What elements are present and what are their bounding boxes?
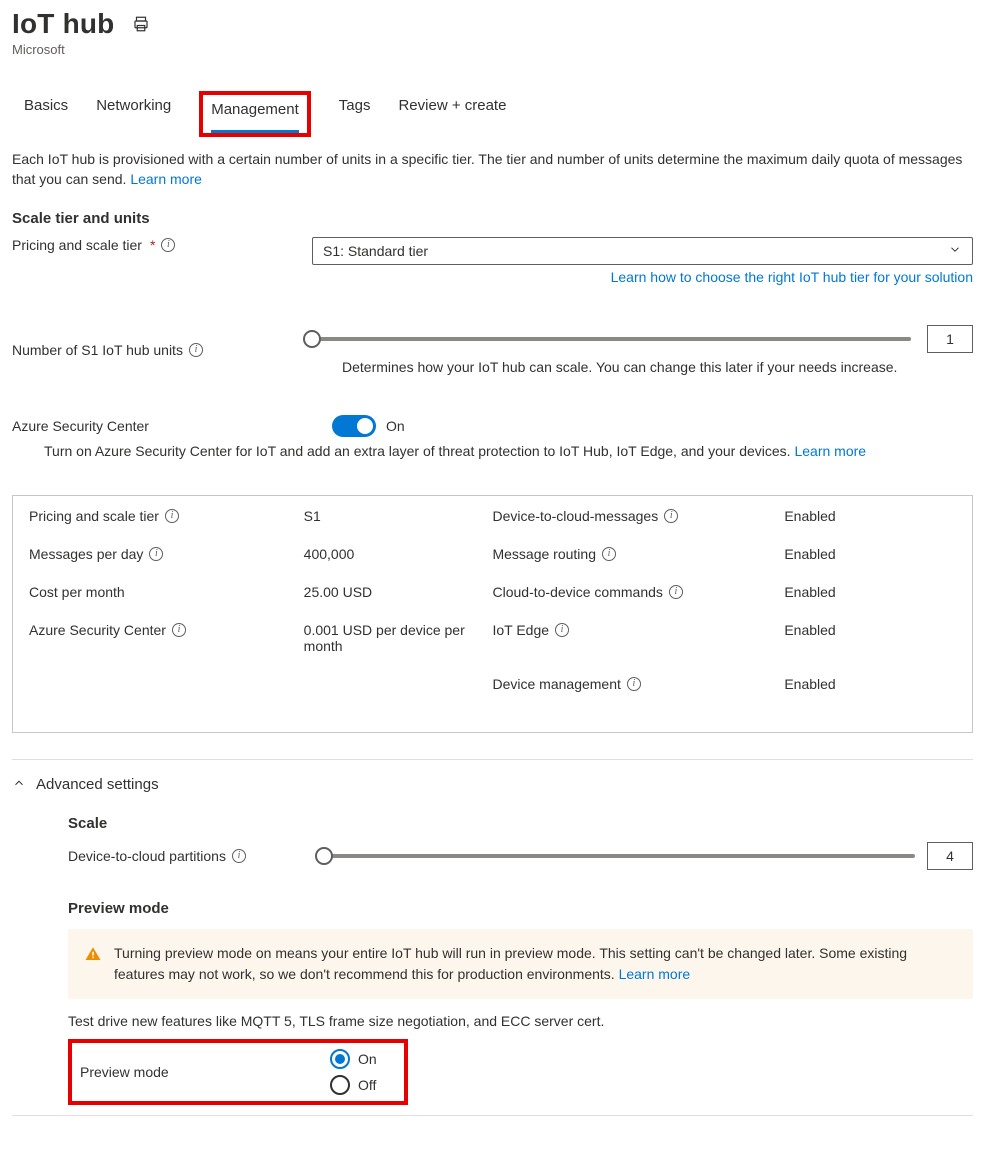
tab-tags[interactable]: Tags <box>339 91 371 137</box>
summary-label: Messages per day <box>29 546 143 562</box>
intro-learn-more-link[interactable]: Learn more <box>130 171 202 187</box>
asc-state: On <box>386 418 405 434</box>
info-icon[interactable]: i <box>189 343 203 357</box>
info-icon[interactable]: i <box>232 849 246 863</box>
asc-learn-more-link[interactable]: Learn more <box>794 443 866 459</box>
scale-subheading: Scale <box>68 815 973 832</box>
partitions-slider[interactable] <box>324 854 915 858</box>
summary-value: 25.00 USD <box>304 584 493 600</box>
summary-label: IoT Edge <box>492 622 549 638</box>
warning-icon <box>84 945 102 963</box>
info-icon[interactable]: i <box>602 547 616 561</box>
summary-value: 0.001 USD per device per month <box>304 622 493 654</box>
preview-mode-label: Preview mode <box>80 1064 330 1080</box>
tier-help-link[interactable]: Learn how to choose the right IoT hub ti… <box>611 269 973 285</box>
print-icon[interactable] <box>132 15 150 33</box>
summary-label: Device-to-cloud-messages <box>492 508 658 524</box>
units-label: Number of S1 IoT hub units <box>12 342 183 358</box>
page-title: IoT hub <box>12 8 114 40</box>
tab-management[interactable]: Management <box>211 95 299 133</box>
summary-label: Azure Security Center <box>29 622 166 638</box>
advanced-heading: Advanced settings <box>36 776 159 793</box>
summary-value: Enabled <box>784 676 956 692</box>
tab-review[interactable]: Review + create <box>398 91 506 137</box>
intro-text: Each IoT hub is provisioned with a certa… <box>12 149 973 190</box>
info-icon[interactable]: i <box>165 509 179 523</box>
page-subtitle: Microsoft <box>12 42 973 57</box>
chevron-down-icon <box>948 242 962 259</box>
summary-value: Enabled <box>784 546 956 562</box>
scale-heading: Scale tier and units <box>12 210 973 227</box>
summary-panel: Pricing and scale tier i S1 Device-to-clo… <box>12 495 973 733</box>
required-indicator: * <box>150 237 155 253</box>
advanced-settings-toggle[interactable]: Advanced settings <box>12 776 973 793</box>
preview-testdrive-text: Test drive new features like MQTT 5, TLS… <box>68 1013 973 1029</box>
units-helper: Determines how your IoT hub can scale. Y… <box>312 359 973 375</box>
pricing-tier-value: S1: Standard tier <box>323 243 428 259</box>
summary-value: Enabled <box>784 622 956 638</box>
preview-warn-learn-link[interactable]: Learn more <box>619 966 691 982</box>
tab-networking[interactable]: Networking <box>96 91 171 137</box>
info-icon[interactable]: i <box>555 623 569 637</box>
info-icon[interactable]: i <box>627 677 641 691</box>
partitions-label: Device-to-cloud partitions <box>68 848 226 864</box>
info-icon[interactable]: i <box>161 238 175 252</box>
summary-label: Cloud-to-device commands <box>492 584 662 600</box>
asc-label: Azure Security Center <box>12 418 149 434</box>
units-slider[interactable] <box>312 337 911 341</box>
preview-mode-on-radio[interactable]: On <box>330 1049 377 1069</box>
summary-value: 400,000 <box>304 546 493 562</box>
summary-value: S1 <box>304 508 493 524</box>
pricing-tier-select[interactable]: S1: Standard tier <box>312 237 973 265</box>
summary-label: Message routing <box>492 546 596 562</box>
asc-toggle[interactable] <box>332 415 376 437</box>
info-icon[interactable]: i <box>149 547 163 561</box>
summary-label: Device management <box>492 676 620 692</box>
preview-warning: Turning preview mode on means your entir… <box>68 929 973 999</box>
summary-label: Pricing and scale tier <box>29 508 159 524</box>
asc-desc: Turn on Azure Security Center for IoT an… <box>44 443 791 459</box>
pricing-tier-label: Pricing and scale tier <box>12 237 142 253</box>
info-icon[interactable]: i <box>664 509 678 523</box>
units-value[interactable]: 1 <box>927 325 973 353</box>
summary-value: Enabled <box>784 508 956 524</box>
info-icon[interactable]: i <box>669 585 683 599</box>
info-icon[interactable]: i <box>172 623 186 637</box>
chevron-up-icon <box>12 776 26 793</box>
preview-subheading: Preview mode <box>68 900 973 917</box>
summary-value: Enabled <box>784 584 956 600</box>
summary-label: Cost per month <box>29 584 125 600</box>
partitions-value[interactable]: 4 <box>927 842 973 870</box>
preview-mode-off-radio[interactable]: Off <box>330 1075 377 1095</box>
tabs: Basics Networking Management Tags Review… <box>12 91 973 137</box>
tab-basics[interactable]: Basics <box>24 91 68 137</box>
